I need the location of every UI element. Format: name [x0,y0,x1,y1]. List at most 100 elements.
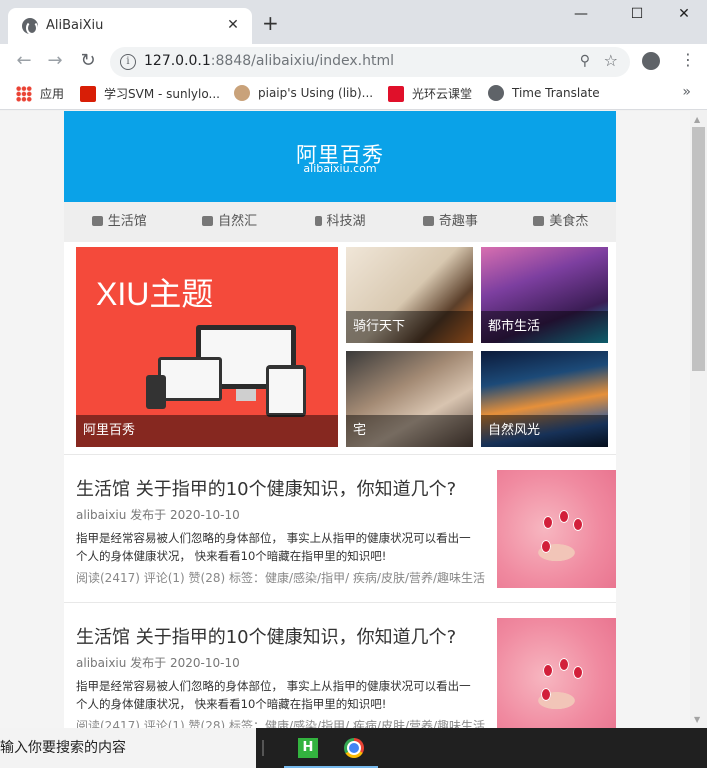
bookmark-piaip[interactable]: piaip's Using (lib)... [234,85,373,101]
nail-illustration [559,658,569,671]
address-bar[interactable]: i 127.0.0.1:8848/alibaixiu/index.html ⚲ … [110,47,630,77]
page-viewport: 阿里百秀 alibaixiu.com 生活馆 自然汇 科技湖 奇趣事 美食杰 X… [0,111,690,728]
nav-label: 科技湖 [326,214,366,229]
csdn-icon [80,86,96,102]
tile-caption: 都市生活 [481,311,608,343]
nav-item-qiqushi[interactable]: 奇趣事 [395,202,505,242]
laptop-illustration [158,357,222,401]
post-item: 生活馆 关于指甲的10个健康知识，你知道几个? alibaixiu 发布于 20… [64,456,616,604]
featured-tile-cycling[interactable]: 骑行天下 [346,247,473,343]
post-stats: 阅读(2417) 评论(1) 赞(28) 标签：健康/感染/指甲/ 疾病/皮肤/… [76,719,486,728]
featured-headline: XIU主题 [96,276,214,312]
page-container: 阿里百秀 alibaixiu.com 生活馆 自然汇 科技湖 奇趣事 美食杰 X… [64,111,616,728]
nav-item-kejihu[interactable]: 科技湖 [285,202,395,242]
new-tab-button[interactable]: + [262,13,279,33]
nav-item-shenghuoguan[interactable]: 生活馆 [64,202,174,242]
image-icon [202,216,214,226]
nav-item-ziranhui[interactable]: 自然汇 [174,202,284,242]
featured-caption: 阿里百秀 [76,415,338,447]
url-path: :8848/alibaixiu/index.html [210,53,394,69]
close-tab-icon[interactable]: ✕ [224,16,242,34]
post-stats: 阅读(2417) 评论(1) 赞(28) 标签：健康/感染/指甲/ 疾病/皮肤/… [76,571,486,585]
divider [64,454,616,455]
nav-item-meishijie[interactable]: 美食杰 [506,202,616,242]
post-excerpt: 指甲是经常容易被人们忽略的身体部位， 事实上从指甲的健康状况可以看出一个人的身体… [76,679,471,711]
bookmark-label: 应用 [40,87,65,101]
globe-icon [22,18,38,35]
site-header[interactable]: 阿里百秀 alibaixiu.com [64,111,616,202]
apps-grid-icon [16,86,32,102]
post-thumbnail[interactable] [497,618,616,728]
minimize-button[interactable]: — [567,6,595,22]
nail-illustration [543,516,553,529]
taskbar-hbuilder[interactable]: H [284,728,332,768]
nav-label: 美食杰 [549,214,589,229]
category-nav: 生活馆 自然汇 科技湖 奇趣事 美食杰 [64,202,616,242]
more-bookmarks-button[interactable]: » [682,84,691,100]
nail-illustration [543,664,553,677]
chrome-icon [344,738,364,758]
post-thumbnail[interactable] [497,470,616,588]
featured-tile-nature[interactable]: 自然风光 [481,351,608,447]
post-meta: alibaixiu 发布于 2020-10-10 [76,508,240,522]
menu-icon[interactable]: ⋮ [680,51,696,69]
bookmark-svm[interactable]: 学习SVM - sunlylo... [80,85,220,102]
glass-icon [533,216,545,226]
url-host: 127.0.0.1 [144,53,211,69]
nav-label: 自然汇 [218,214,258,229]
post-meta: alibaixiu 发布于 2020-10-10 [76,656,240,670]
piaip-icon [234,85,250,101]
tab-strip: AliBaiXiu ✕ + — ☐ ✕ [0,0,707,44]
post-title[interactable]: 生活馆 关于指甲的10个健康知识，你知道几个? [76,475,456,501]
bookmark-guanghuan[interactable]: 光环云课堂 [388,85,472,102]
nav-label: 奇趣事 [438,214,478,229]
nail-illustration [573,666,583,679]
bookmark-label: 光环云课堂 [412,87,473,101]
taskbar-search-box[interactable]: 输入你要搜索的内容 [0,728,256,768]
back-button[interactable]: ← [12,50,36,71]
post-excerpt: 指甲是经常容易被人们忽略的身体部位， 事实上从指甲的健康状况可以看出一个人的身体… [76,531,471,563]
browser-tab[interactable]: AliBaiXiu ✕ [8,8,252,44]
tile-caption: 骑行天下 [346,311,473,343]
globe-icon [488,85,504,101]
scroll-up-icon[interactable]: ▲ [694,115,700,124]
info-icon[interactable]: i [120,54,136,70]
taskbar-chrome[interactable] [330,728,378,768]
bookmark-apps[interactable]: 应用 [16,85,64,102]
bookmark-time-translate[interactable]: Time Translate [488,85,600,101]
guanghuan-icon [388,86,404,102]
close-window-button[interactable]: ✕ [670,6,698,22]
scroll-down-icon[interactable]: ▼ [694,715,700,724]
url-text[interactable]: 127.0.0.1:8848/alibaixiu/index.html [144,53,394,69]
bookmark-star-icon[interactable]: ☆ [604,51,618,70]
post-item: 生活馆 关于指甲的10个健康知识，你知道几个? alibaixiu 发布于 20… [64,604,616,728]
featured-tile-home[interactable]: 宅 [346,351,473,447]
featured-big-tile[interactable]: XIU主题 阿里百秀 [76,247,338,447]
camera-icon [91,216,103,226]
nail-illustration [559,510,569,523]
site-domain: alibaixiu.com [303,162,377,175]
phone-icon [314,216,322,226]
monitor-stand-illustration [236,389,256,401]
hbuilder-icon: H [298,738,318,758]
scrollbar-thumb[interactable] [692,127,705,371]
tile-caption: 自然风光 [481,415,608,447]
browser-window: AliBaiXiu ✕ + — ☐ ✕ ← → ↻ i 127.0.0.1:88… [0,0,707,768]
search-icon[interactable]: ⚲ [580,53,590,69]
nail-illustration [541,688,551,701]
taskbar-separator [262,740,264,756]
post-title[interactable]: 生活馆 关于指甲的10个健康知识，你知道几个? [76,623,456,649]
account-icon[interactable] [642,52,660,70]
forward-button[interactable]: → [43,50,67,71]
tablet-illustration [266,365,306,417]
tab-title: AliBaiXiu [46,18,104,33]
reload-button[interactable]: ↻ [76,50,100,71]
featured-tile-city[interactable]: 都市生活 [481,247,608,343]
nav-label: 生活馆 [107,214,147,229]
bookmarks-bar: 应用 学习SVM - sunlylo... piaip's Using (lib… [0,78,707,110]
tile-caption: 宅 [346,415,473,447]
vertical-scrollbar[interactable]: ▲ ▼ [690,111,707,728]
bookmark-label: piaip's Using (lib)... [258,86,374,100]
windows-taskbar: 输入你要搜索的内容 H [0,728,707,768]
maximize-button[interactable]: ☐ [623,6,651,22]
